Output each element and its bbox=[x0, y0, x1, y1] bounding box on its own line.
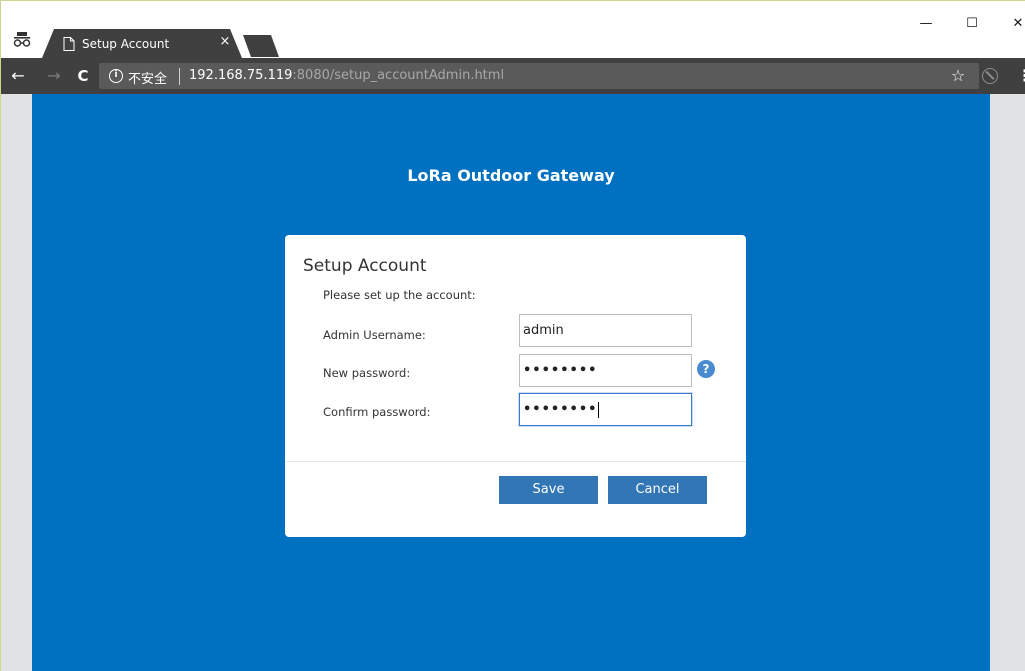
back-button[interactable]: ← bbox=[8, 66, 28, 86]
username-label: Admin Username: bbox=[323, 328, 426, 342]
maximize-button[interactable]: ☐ bbox=[962, 14, 982, 34]
page-main: LoRa Outdoor Gateway Setup Account Pleas… bbox=[32, 94, 990, 671]
incognito-icon bbox=[11, 30, 33, 50]
new-tab-button[interactable] bbox=[243, 35, 279, 57]
new-password-label: New password: bbox=[323, 366, 411, 380]
blocked-extension-icon[interactable] bbox=[982, 68, 998, 84]
star-icon[interactable]: ☆ bbox=[948, 66, 968, 86]
text-caret bbox=[598, 401, 600, 418]
dialog-title: Setup Account bbox=[303, 256, 427, 276]
username-input[interactable]: admin bbox=[519, 314, 692, 347]
setup-account-dialog: Setup Account Please set up the account:… bbox=[285, 235, 746, 537]
minimize-button[interactable]: — bbox=[916, 14, 936, 34]
url-path: :8080/setup_accountAdmin.html bbox=[292, 68, 505, 83]
reload-button[interactable]: C bbox=[73, 66, 93, 86]
page-title: LoRa Outdoor Gateway bbox=[407, 166, 615, 185]
menu-icon[interactable]: ⋮ bbox=[1017, 66, 1025, 86]
tab-close-icon[interactable]: × bbox=[218, 35, 232, 49]
new-password-input[interactable]: •••••••• bbox=[519, 354, 692, 387]
page-viewport: LoRa Outdoor Gateway Setup Account Pleas… bbox=[0, 94, 1025, 671]
info-icon[interactable]: i bbox=[109, 69, 123, 83]
cancel-button[interactable]: Cancel bbox=[608, 476, 707, 504]
confirm-password-input[interactable]: •••••••• bbox=[519, 393, 692, 426]
forward-button[interactable]: → bbox=[44, 66, 64, 86]
dialog-description: Please set up the account: bbox=[323, 288, 476, 302]
browser-titlebar: Setup Account × — ☐ ✕ bbox=[0, 0, 1025, 58]
page-icon bbox=[63, 37, 75, 51]
tab-setup-account[interactable]: Setup Account × bbox=[42, 29, 242, 58]
confirm-password-value: •••••••• bbox=[523, 402, 598, 417]
save-button[interactable]: Save bbox=[499, 476, 598, 504]
url-divider bbox=[179, 68, 180, 85]
security-label[interactable]: 不安全 bbox=[128, 68, 167, 87]
url-host: 192.168.75.119 bbox=[189, 68, 293, 83]
tab-title: Setup Account bbox=[82, 37, 170, 51]
close-window-button[interactable]: ✕ bbox=[1008, 14, 1025, 34]
help-icon[interactable]: ? bbox=[697, 360, 715, 378]
browser-toolbar: ← → C i 不安全 192.168.75.119:8080/setup_ac… bbox=[0, 58, 1025, 94]
confirm-password-label: Confirm password: bbox=[323, 405, 431, 419]
address-bar[interactable]: i 不安全 192.168.75.119:8080/setup_accountA… bbox=[99, 63, 979, 89]
url-text[interactable]: 192.168.75.119:8080/setup_accountAdmin.h… bbox=[189, 68, 504, 83]
dialog-divider bbox=[285, 461, 746, 462]
